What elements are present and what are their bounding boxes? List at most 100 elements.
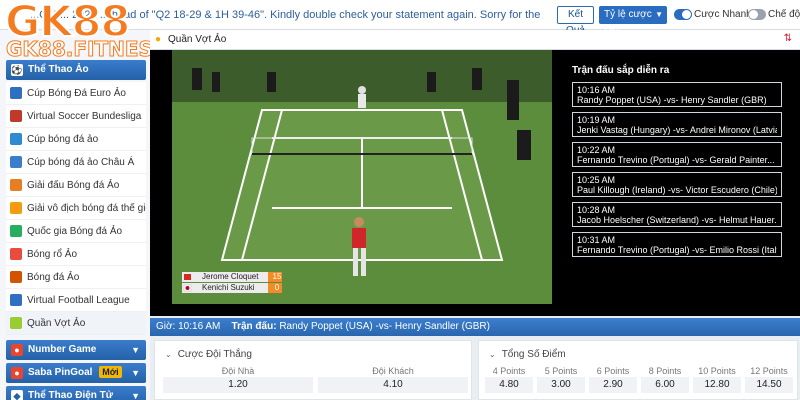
chevron-down-icon: ▼ — [131, 368, 140, 378]
total-points-title-text: Tổng Số Điểm — [501, 349, 566, 360]
sidebar-item-label: Quần Vợt Ảo — [27, 318, 86, 329]
sidebar-item[interactable]: Bóng rổ Ảo — [6, 243, 146, 266]
mode-toggle[interactable] — [748, 9, 766, 20]
sidebar-item-label: Cúp bóng đá ảo Châu Á — [27, 157, 135, 168]
sidebar-item-label: Cúp bóng đá ảo — [27, 134, 99, 145]
chevron-down-icon: ⌄ — [165, 350, 172, 359]
sidebar-item-label: Quốc gia Bóng đá Ảo — [27, 226, 123, 237]
match-teams: Jenki Vastag (Hungary) -vs- Andrei Miron… — [577, 125, 777, 135]
sidebar-header-virtual-sports[interactable]: ⚽ Thể Thao Ảo — [6, 60, 146, 80]
sidebar-header-esports[interactable]: ◆ Thể Thao Điện Tử ▼ — [6, 386, 146, 400]
sidebar-list: Cúp Bóng Đá Euro Ảo Virtual Soccer Bundes… — [6, 82, 146, 335]
sidebar-item[interactable]: Cúp Bóng Đá Euro Ảo — [6, 82, 146, 105]
sidebar: ⚽ Thể Thao Ảo Cúp Bóng Đá Euro Ảo Virtual… — [0, 30, 150, 400]
sidebar-header-saba-pingoal[interactable]: ● Saba PinGoal Mới ▼ — [6, 363, 146, 383]
tennis-icon — [10, 317, 22, 329]
points-odds-button[interactable]: 6.00 — [641, 377, 689, 393]
soccer-ball-icon — [10, 271, 22, 283]
odds-type-dropdown[interactable]: Tỷ lệ cược CN ▼ — [599, 6, 667, 38]
brand-logo-domain: GK88.FITNESS — [5, 37, 167, 61]
sidebar-item-label: Bóng đá Ảo — [27, 272, 80, 283]
soccer-cup-icon — [10, 133, 22, 145]
match-time: 10:19 AM — [577, 115, 616, 125]
match-time: 10:16 AM — [577, 85, 616, 95]
upcoming-match-item[interactable]: 10:19 AM Jenki Vastag (Hungary) -vs- Andr… — [572, 112, 782, 137]
chevron-down-icon: ▼ — [131, 345, 140, 355]
upcoming-match-item[interactable]: 10:25 AM Paul Killough (Ireland) -vs- Vic… — [572, 172, 782, 197]
sidebar-header-label: Thể Thao Ảo — [28, 64, 89, 75]
sidebar-item[interactable]: Bóng đá Ảo — [6, 266, 146, 289]
sidebar-item[interactable]: Giải đấu Bóng đá Ảo — [6, 174, 146, 197]
match-time: 10:22 AM — [577, 145, 616, 155]
sidebar-header-label: Saba PinGoal — [28, 367, 93, 378]
upcoming-match-item[interactable]: 10:28 AM Jacob Hoelscher (Switzerland) -v… — [572, 202, 782, 227]
basketball-icon — [10, 248, 22, 260]
points-option-label: 6 Points — [596, 366, 630, 376]
points-odds-button[interactable]: 3.00 — [537, 377, 585, 393]
sidebar-header-label: Thể Thao Điện Tử — [28, 390, 114, 400]
world-cup-icon — [10, 202, 22, 214]
time-value: 10:16 AM — [178, 321, 221, 332]
sidebar-item[interactable]: Cúp bóng đá ảo Châu Á — [6, 151, 146, 174]
upcoming-match-item[interactable]: 10:31 AM Fernando Trevino (Portugal) -vs-… — [572, 232, 782, 257]
match-teams: Fernando Trevino (Portugal) -vs- Emilio … — [577, 245, 777, 255]
live-stream-area: Jerome Cloquet 15 Kenichi Suzuki 0 Trận … — [150, 50, 800, 316]
match-value: Randy Poppet (USA) -vs- Henry Sandler (G… — [279, 321, 490, 332]
scoreboard-player1-score: 15 — [272, 272, 282, 281]
match-teams: Paul Killough (Ireland) -vs- Victor Escu… — [577, 185, 777, 195]
pingoal-icon: ● — [11, 367, 23, 379]
new-badge: Mới — [99, 366, 122, 378]
sidebar-item[interactable]: Cúp bóng đá ảo — [6, 128, 146, 151]
scoreboard-player1-name: Jerome Cloquet — [202, 272, 259, 281]
total-points-title[interactable]: ⌄ Tổng Số Điểm — [489, 349, 566, 360]
fast-bet-label: Cược Nhanh — [694, 9, 752, 20]
sidebar-item-label: Giải vô địch bóng đá thế giới ảo — [27, 203, 146, 214]
sidebar-item[interactable]: Virtual Soccer Bundesliga — [6, 105, 146, 128]
winner-odds-button[interactable]: 4.10 — [318, 377, 468, 393]
points-odds-button[interactable]: 2.90 — [589, 377, 637, 393]
time-label: Giờ: — [156, 321, 176, 332]
points-option-label: 4 Points — [492, 366, 526, 376]
chevron-down-icon: ▼ — [131, 391, 140, 400]
points-odds-button[interactable]: 4.80 — [485, 377, 533, 393]
winner-bet-title-text: Cược Đội Thắng — [177, 349, 252, 360]
sort-icon[interactable]: ⇅ — [784, 33, 792, 44]
sidebar-item[interactable]: Quốc gia Bóng đá Ảo — [6, 220, 146, 243]
winner-bet-title[interactable]: ⌄ Cược Đội Thắng — [165, 349, 252, 360]
sidebar-item-label: Bóng rổ Ảo — [27, 249, 78, 260]
match-teams: Randy Poppet (USA) -vs- Henry Sandler (G… — [577, 95, 767, 105]
scoreboard-player2-score: 0 — [274, 283, 280, 292]
bundesliga-icon — [10, 110, 22, 122]
soccer-ball-icon: ⚽ — [11, 64, 23, 76]
sidebar-header-number-game[interactable]: ● Number Game ▼ — [6, 340, 146, 360]
winner-option-label: Đội Khách — [372, 366, 414, 376]
upcoming-matches-title: Trận đấu sắp diễn ra — [572, 65, 670, 76]
points-option-label: 8 Points — [648, 366, 682, 376]
nation-soccer-icon — [10, 225, 22, 237]
points-option-label: 5 Points — [544, 366, 578, 376]
upcoming-match-item[interactable]: 10:16 AM Randy Poppet (USA) -vs- Henry Sa… — [572, 82, 782, 107]
sidebar-item-label: Giải đấu Bóng đá Ảo — [27, 180, 120, 191]
match-time: 10:25 AM — [577, 175, 616, 185]
main-header: ● Quần Vợt Ảo ⇅ — [150, 30, 800, 50]
winner-odds-button[interactable]: 1.20 — [163, 377, 313, 393]
sidebar-header-label: Number Game — [28, 344, 97, 355]
sidebar-item[interactable]: Virtual Football League — [6, 289, 146, 312]
winner-option-label: Đội Nhà — [221, 366, 255, 376]
result-button[interactable]: Kết Quả — [557, 6, 594, 36]
points-odds-button[interactable]: 12.80 — [693, 377, 741, 393]
points-option-label: 12 Points — [750, 366, 788, 376]
tennis-court-graphic — [172, 50, 552, 304]
match-teams: Jacob Hoelscher (Switzerland) -vs- Helmu… — [577, 215, 777, 225]
total-points-panel: ⌄ Tổng Số Điểm 4 Points 4.80 5 Points 3.00 6 … — [478, 340, 798, 400]
upcoming-match-item[interactable]: 10:22 AM Fernando Trevino (Portugal) -vs-… — [572, 142, 782, 167]
sidebar-item[interactable]: Giải vô địch bóng đá thế giới ảo — [6, 197, 146, 220]
points-odds-button[interactable]: 14.50 — [745, 377, 793, 393]
tennis-video[interactable]: Jerome Cloquet 15 Kenichi Suzuki 0 — [172, 50, 552, 304]
football-league-icon — [10, 294, 22, 306]
fast-bet-toggle[interactable] — [674, 9, 692, 20]
sidebar-item[interactable]: Quần Vợt Ảo — [6, 312, 146, 335]
asia-cup-icon — [10, 156, 22, 168]
points-option-label: 10 Points — [698, 366, 736, 376]
sidebar-item-label: Cúp Bóng Đá Euro Ảo — [27, 88, 126, 99]
